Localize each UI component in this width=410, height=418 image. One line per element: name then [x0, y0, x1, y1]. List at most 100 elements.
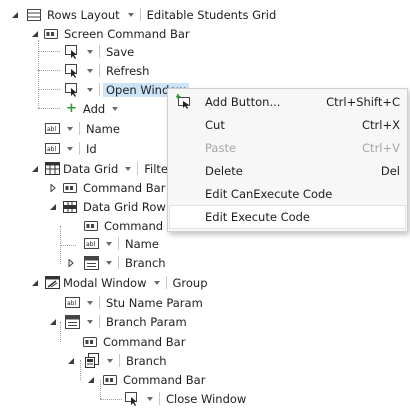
command-bar-icon — [102, 372, 118, 388]
collapse-arrow-icon[interactable] — [30, 29, 40, 39]
svg-text:abl: abl — [86, 241, 95, 248]
menu-item-delete[interactable]: Delete Del — [169, 160, 406, 182]
node-label: Id — [86, 141, 97, 156]
tree-node-branch-param[interactable]: Branch Param — [64, 312, 187, 331]
menu-item-paste: Paste Ctrl+V — [169, 137, 406, 159]
tree-node-dgr-branch[interactable]: Branch — [83, 253, 166, 272]
button-icon — [64, 63, 80, 79]
data-grid-icon — [44, 161, 60, 177]
separator — [99, 45, 100, 58]
separator — [79, 142, 80, 155]
separator — [118, 256, 119, 269]
collapse-arrow-icon[interactable] — [30, 164, 40, 174]
node-label: Data Grid — [63, 161, 119, 176]
expand-arrow-icon[interactable] — [48, 183, 58, 193]
collapse-arrow-icon[interactable] — [30, 278, 40, 288]
tree-node-rows-layout[interactable]: Rows Layout Editable Students Grid — [26, 5, 276, 24]
tree-node-id[interactable]: abl Id — [44, 139, 97, 158]
data-grid-row-icon — [62, 199, 78, 215]
tree-node-dg-command-bar[interactable]: Command Bar — [62, 178, 165, 197]
collapse-arrow-icon[interactable] — [48, 317, 58, 327]
expand-arrow-icon[interactable] — [66, 258, 76, 268]
command-bar-icon — [82, 334, 98, 350]
button-icon — [64, 44, 80, 60]
svg-text:abl: abl — [47, 146, 56, 153]
command-bar-icon — [83, 218, 99, 234]
node-label: Add — [82, 101, 106, 116]
textbox-icon: abl — [83, 236, 99, 252]
svg-text:abl: abl — [67, 300, 76, 307]
menu-item-shortcut: Ctrl+X — [362, 118, 400, 132]
tree-node-close-window[interactable]: Close Window — [124, 389, 246, 408]
separator — [159, 392, 160, 405]
button-icon — [64, 82, 80, 98]
tree-node-data-grid-row[interactable]: Data Grid Row — [62, 197, 166, 216]
tree-node-stu-name-param[interactable]: abl Stu Name Param — [64, 293, 203, 312]
node-label: Close Window — [166, 391, 247, 406]
tree-node-b-command-bar[interactable]: Command Bar — [102, 370, 205, 389]
dropdown-arrow-icon[interactable] — [87, 300, 93, 305]
dropdown-arrow-icon[interactable] — [107, 358, 113, 363]
node-title: Editable Students Grid — [146, 7, 277, 22]
menu-item-edit-execute-code[interactable]: Edit Execute Code — [169, 205, 406, 229]
menu-item-add-button[interactable]: Add Button... Ctrl+Shift+C — [169, 91, 406, 113]
dropdown-arrow-icon[interactable] — [87, 87, 93, 92]
collapse-arrow-icon[interactable] — [86, 375, 96, 385]
add-icon: + — [66, 101, 77, 116]
tree-node-name[interactable]: abl Name — [44, 119, 120, 138]
separator — [119, 354, 120, 367]
menu-item-edit-canexecute-code[interactable]: Edit CanExecute Code — [169, 183, 406, 205]
menu-item-label: Paste — [205, 141, 237, 155]
tree-node-refresh[interactable]: Refresh — [64, 61, 149, 80]
separator — [99, 315, 100, 328]
node-label: Refresh — [106, 63, 150, 78]
collapse-arrow-icon[interactable] — [66, 356, 76, 366]
dropdown-arrow-icon[interactable] — [87, 49, 93, 54]
dropdown-arrow-icon[interactable] — [153, 280, 160, 285]
menu-item-label: Delete — [205, 164, 243, 178]
textbox-icon: abl — [64, 295, 80, 311]
tree-node-dgr-name[interactable]: abl Name — [83, 234, 159, 253]
menu-item-label: Cut — [205, 118, 225, 132]
tree-node-add[interactable]: + Add — [64, 99, 124, 118]
collapse-arrow-icon[interactable] — [48, 202, 58, 212]
menu-item-label: Add Button... — [205, 95, 281, 109]
command-bar-icon — [62, 180, 78, 196]
separator — [118, 237, 119, 250]
collapse-arrow-icon[interactable] — [10, 10, 20, 20]
menu-item-label: Edit Execute Code — [205, 210, 311, 224]
separator — [79, 122, 80, 135]
dropdown-arrow-icon[interactable] — [87, 68, 93, 73]
dropdown-arrow-icon[interactable] — [67, 126, 73, 131]
menu-item-label: Edit CanExecute Code — [205, 187, 333, 201]
separator — [99, 83, 100, 96]
context-menu: Add Button... Ctrl+Shift+C Cut Ctrl+X Pa… — [167, 88, 408, 232]
dropdown-arrow-icon[interactable] — [106, 260, 112, 265]
textbox-icon: abl — [44, 141, 60, 157]
dropdown-arrow-icon[interactable] — [87, 319, 93, 324]
node-label: Data Grid Row — [83, 199, 166, 214]
tree-node-bp-command-bar[interactable]: Command Bar — [82, 332, 185, 351]
details-icon — [84, 353, 100, 369]
node-label: Rows Layout — [47, 7, 120, 22]
dropdown-arrow-icon[interactable] — [67, 146, 73, 151]
dropdown-arrow-icon[interactable] — [112, 106, 119, 111]
tree-node-save[interactable]: Save — [64, 42, 134, 61]
node-label: Command Bar — [83, 180, 166, 195]
tree-node-modal-window[interactable]: Modal Window Group — [44, 273, 208, 292]
tree-node-data-grid[interactable]: Data Grid Filter — [44, 159, 173, 178]
dropdown-arrow-icon[interactable] — [106, 241, 112, 246]
menu-item-shortcut: Del — [380, 164, 400, 178]
node-label: Screen Command Bar — [64, 26, 190, 41]
menu-item-cut[interactable]: Cut Ctrl+X — [169, 114, 406, 136]
modal-window-icon — [44, 275, 60, 291]
node-label: Name — [86, 121, 120, 136]
separator — [137, 162, 139, 175]
dropdown-arrow-icon[interactable] — [125, 166, 132, 171]
tree-node-screen-command-bar[interactable]: Screen Command Bar — [43, 24, 190, 43]
command-bar-icon — [43, 26, 59, 42]
dropdown-arrow-icon[interactable] — [127, 12, 134, 17]
tree-node-branch[interactable]: Branch — [84, 351, 167, 370]
separator — [165, 276, 167, 289]
dropdown-arrow-icon[interactable] — [147, 396, 153, 401]
